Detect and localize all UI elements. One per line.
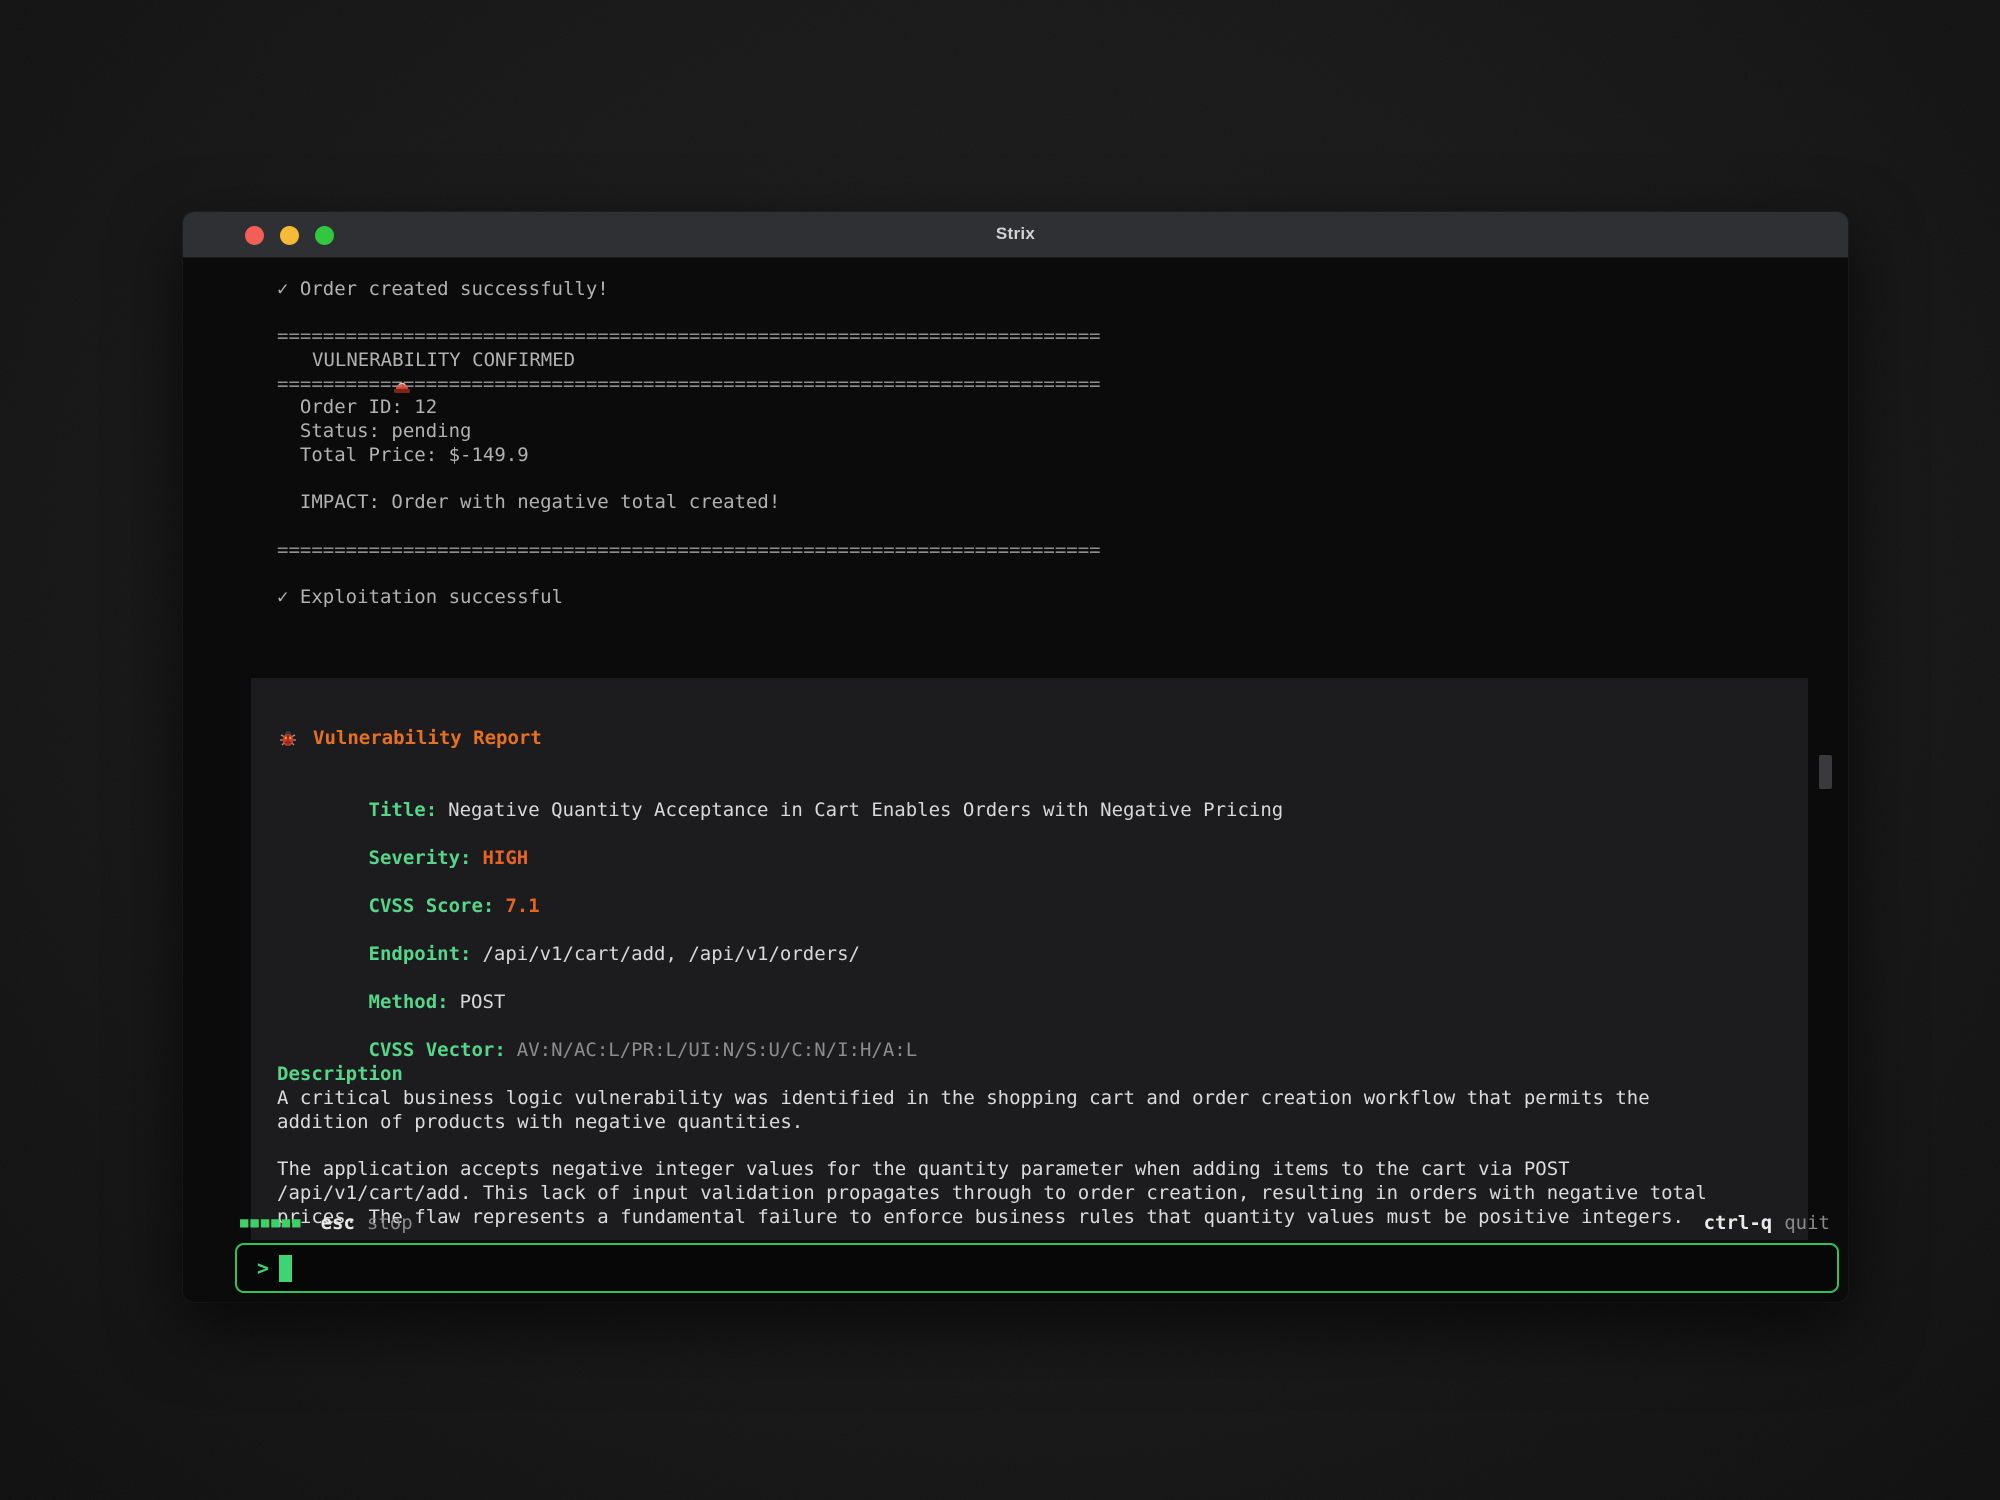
description-heading: Description [277, 1062, 1782, 1086]
blank-line [277, 468, 1101, 492]
blank-line [277, 515, 1101, 539]
activity-indicator-icon: ■■■■■■ [240, 1215, 303, 1231]
field-label: Title: [369, 799, 438, 821]
field-label: Endpoint: [369, 943, 472, 965]
command-input[interactable]: > [235, 1243, 1839, 1293]
strix-window: Strix ✓ Order created successfully! ====… [183, 212, 1848, 1302]
divider-line: ========================================… [277, 373, 1101, 397]
total-price-line: Total Price: $-149.9 [277, 444, 1101, 468]
report-field-severity: Severity:HIGH [277, 822, 1782, 846]
report-field-method: Method:POST [277, 966, 1782, 990]
text-cursor [279, 1255, 292, 1282]
bug-icon [277, 727, 299, 749]
field-value: /api/v1/cart/add, /api/v1/orders/ [482, 943, 860, 965]
order-id-line: Order ID: 12 [277, 396, 1101, 420]
footer-left: ■■■■■■ esc stop [240, 1212, 413, 1234]
field-label: CVSS Vector: [369, 1039, 506, 1061]
report-field-cvss-score: CVSS Score:7.1 [277, 870, 1782, 894]
exploitation-success-line: ✓ Exploitation successful [277, 586, 1101, 610]
report-header-label: Vulnerability Report [313, 726, 542, 750]
report-field-endpoint: Endpoint:/api/v1/cart/add, /api/v1/order… [277, 918, 1782, 942]
window-title: Strix [183, 224, 1848, 244]
footer-bar: ■■■■■■ esc stop ctrl-q quit [183, 1208, 1848, 1238]
terminal-log: ✓ Order created successfully! ==========… [277, 278, 1101, 610]
field-value: HIGH [482, 847, 528, 869]
vulnerability-report-panel: Vulnerability Report Title:Negative Quan… [251, 678, 1808, 1240]
terminal-output-region: ✓ Order created successfully! ==========… [183, 259, 1848, 1002]
field-label: Severity: [369, 847, 472, 869]
divider-line: ========================================… [277, 325, 1101, 349]
prompt-symbol: > [257, 1256, 269, 1280]
report-field-cvss-vector: CVSS Vector:AV:N/AC:L/PR:L/UI:N/S:U/C:N/… [277, 1014, 1782, 1038]
field-value: POST [460, 991, 506, 1013]
footer-action-quit[interactable]: quit [1784, 1212, 1830, 1234]
window-titlebar[interactable]: Strix [183, 212, 1848, 258]
field-value: AV:N/AC:L/PR:L/UI:N/S:U/C:N/I:H/A:L [517, 1039, 917, 1061]
blank-line [277, 562, 1101, 586]
alert-title: VULNERABILITY CONFIRMED [312, 349, 575, 373]
blank-line [277, 302, 1101, 326]
footer-key-esc[interactable]: esc [321, 1212, 355, 1234]
field-label: CVSS Score: [369, 895, 495, 917]
order-success-line: ✓ Order created successfully! [277, 278, 1101, 302]
impact-line: IMPACT: Order with negative total create… [277, 491, 1101, 515]
field-label: Method: [369, 991, 449, 1013]
report-field-title: Title:Negative Quantity Acceptance in Ca… [277, 774, 1782, 798]
description-paragraph: A critical business logic vulnerability … [277, 1086, 1782, 1134]
siren-icon [277, 350, 299, 372]
divider-line: ========================================… [277, 539, 1101, 563]
field-value: Negative Quantity Acceptance in Cart Ena… [448, 799, 1283, 821]
order-status-line: Status: pending [277, 420, 1101, 444]
field-value: 7.1 [505, 895, 539, 917]
vulnerability-confirmed-line: VULNERABILITY CONFIRMED [277, 349, 1101, 373]
report-header: Vulnerability Report [277, 726, 1782, 750]
footer-key-ctrl-q[interactable]: ctrl-q [1704, 1212, 1773, 1234]
footer-right: ctrl-q quit [1704, 1212, 1830, 1234]
footer-action-stop[interactable]: stop [367, 1212, 413, 1234]
scrollbar-thumb[interactable] [1819, 755, 1832, 789]
